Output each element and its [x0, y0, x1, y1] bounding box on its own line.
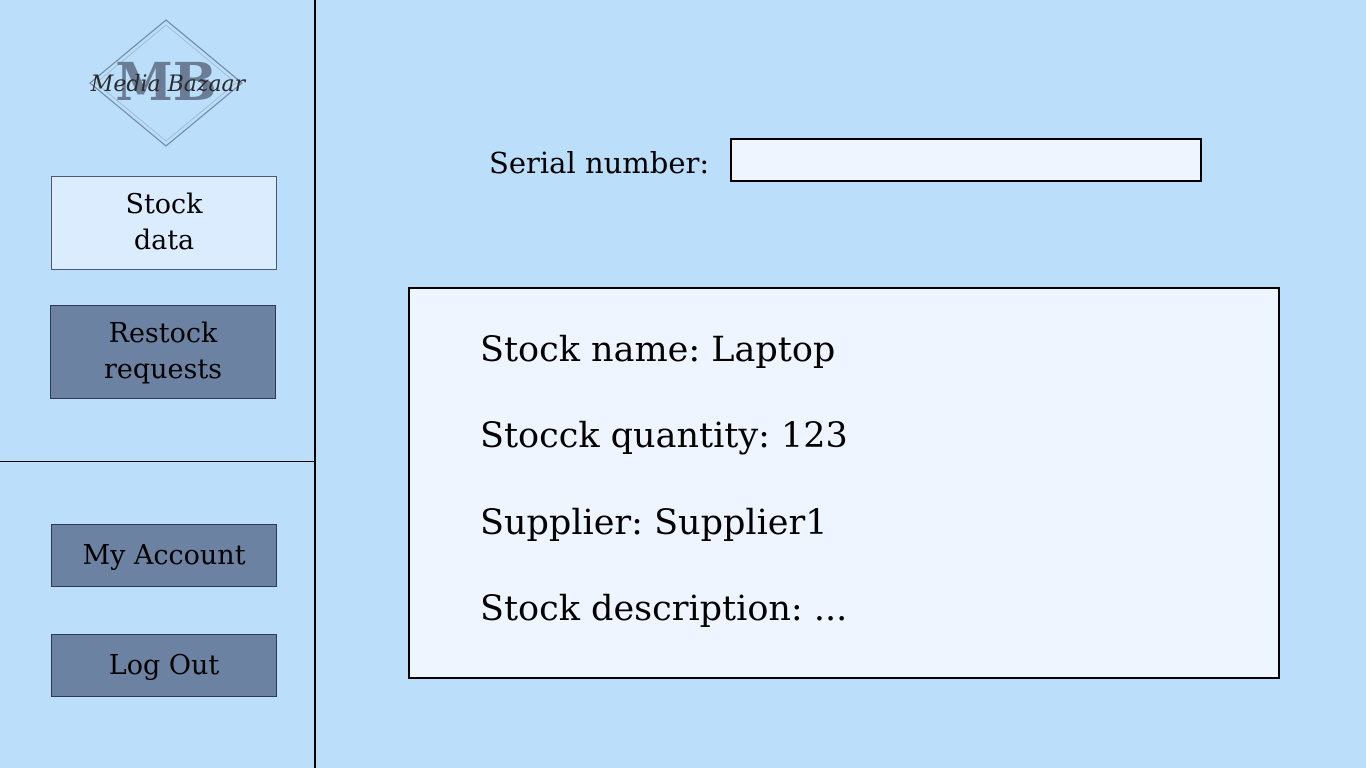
sidebar: MB Media Bazaar Stock data Restock reque…	[0, 0, 316, 768]
restock-requests-button[interactable]: Restock requests	[50, 305, 276, 399]
stock-description-text: Stock description: ...	[480, 589, 848, 629]
log-out-label: Log Out	[108, 649, 220, 681]
my-account-label: My Account	[82, 539, 246, 571]
logo-script-text: Media Bazaar	[90, 72, 247, 97]
stock-quantity-text: Stocck quantity: 123	[480, 416, 848, 456]
stock-data-button[interactable]: Stock data	[51, 176, 277, 270]
restock-requests-label: Restock requests	[103, 318, 223, 385]
sidebar-divider	[0, 461, 316, 462]
serial-number-input[interactable]	[730, 138, 1202, 182]
stock-name-text: Stock name: Laptop	[480, 330, 836, 370]
stock-info-panel: Stock name: Laptop Stocck quantity: 123 …	[408, 287, 1280, 679]
supplier-text: Supplier: Supplier1	[480, 503, 828, 543]
serial-number-label: Serial number:	[489, 146, 710, 180]
my-account-button[interactable]: My Account	[51, 524, 277, 587]
stock-data-label: Stock data	[125, 189, 203, 256]
log-out-button[interactable]: Log Out	[51, 634, 277, 697]
media-bazaar-logo: MB Media Bazaar	[80, 18, 252, 148]
logo-graphic: MB Media Bazaar	[89, 19, 247, 147]
